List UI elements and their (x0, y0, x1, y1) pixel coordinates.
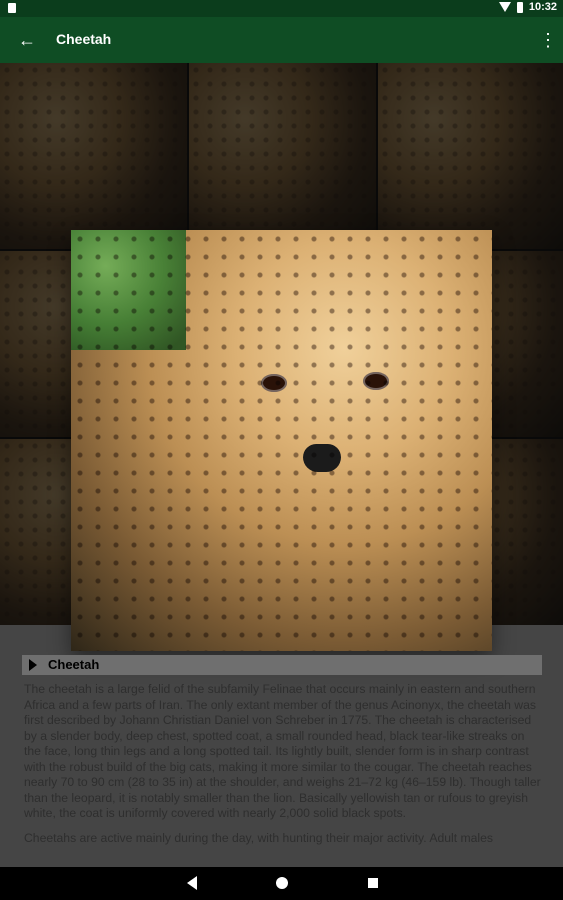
cheetah-eye (363, 372, 389, 390)
cheetah-nose (303, 444, 341, 472)
battery-icon (516, 1, 523, 13)
triangle-back-icon[interactable] (187, 876, 197, 890)
app-bar: ← Cheetah ⋮ (0, 17, 563, 63)
more-vert-icon: ⋮ (539, 30, 557, 50)
expanded-cheetah-photo[interactable] (71, 230, 492, 651)
square-recents-icon[interactable] (368, 878, 378, 888)
sd-card-icon (8, 3, 16, 13)
more-options-button[interactable]: ⋮ (539, 28, 557, 52)
section-header[interactable]: Cheetah (22, 655, 542, 675)
status-right: 10:32 (498, 1, 557, 13)
section-title: Cheetah (48, 657, 100, 672)
arrow-left-icon: ← (18, 30, 36, 50)
back-button[interactable]: ← (15, 28, 39, 52)
system-nav-bar (0, 867, 563, 900)
expand-triangle-icon (29, 659, 37, 671)
circle-home-icon[interactable] (276, 877, 288, 889)
description: The cheetah is a large felid of the subf… (24, 682, 542, 855)
cheetah-eye (261, 374, 287, 392)
status-bar: 10:32 (0, 0, 563, 17)
wifi-icon (498, 2, 511, 12)
page-title: Cheetah (56, 31, 112, 47)
time-label: 10:32 (528, 1, 557, 13)
description-paragraph: Cheetahs are active mainly during the da… (24, 830, 493, 845)
description-paragraph: The cheetah is a large felid of the subf… (24, 682, 541, 820)
